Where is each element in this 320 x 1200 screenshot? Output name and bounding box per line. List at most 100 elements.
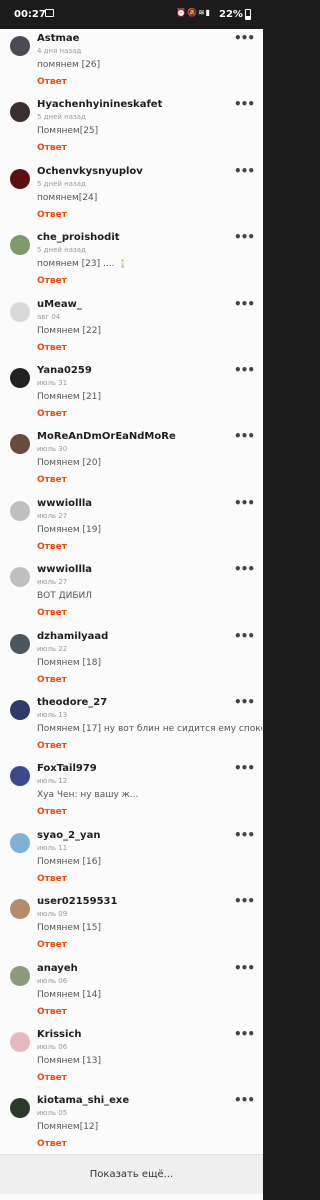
comment-username[interactable]: Yana0259 — [37, 365, 92, 376]
avatar[interactable] — [10, 301, 30, 322]
avatar[interactable] — [10, 766, 30, 787]
comment-username[interactable]: kiotama_shi_exe — [37, 1095, 129, 1106]
more-options-icon[interactable]: ••• — [234, 98, 255, 113]
avatar[interactable] — [10, 235, 30, 256]
avatar[interactable] — [10, 102, 30, 123]
reply-button[interactable]: Ответ — [37, 1007, 67, 1017]
avatar[interactable] — [10, 633, 30, 654]
reply-button[interactable]: Ответ — [37, 608, 67, 618]
avatar[interactable] — [10, 168, 30, 189]
comment-username[interactable]: wwwiollla — [37, 498, 92, 509]
reply-button[interactable]: Ответ — [37, 542, 67, 552]
more-options-icon[interactable]: ••• — [234, 497, 255, 512]
image-icon — [45, 9, 54, 17]
avatar[interactable] — [10, 567, 30, 588]
comment-item: syao_2_yan июль 11 Помянем [16] Ответ ••• — [0, 828, 263, 894]
avatar[interactable] — [10, 1032, 30, 1052]
comment-date: 5 дней назад — [37, 246, 86, 255]
more-options-icon[interactable]: ••• — [234, 165, 255, 180]
reply-button[interactable]: Ответ — [37, 143, 67, 153]
comment-username[interactable]: Ochenvkysnyuplov — [37, 166, 143, 177]
reply-button[interactable]: Ответ — [37, 1073, 67, 1083]
comment-username[interactable]: FoxTail979 — [37, 763, 97, 774]
comment-text: Помянем[25] — [37, 126, 99, 137]
comment-username[interactable]: syao_2_yan — [37, 830, 100, 841]
alarm-icon: ⏰ — [176, 8, 187, 17]
more-options-icon[interactable]: ••• — [234, 630, 255, 645]
avatar[interactable] — [10, 1098, 30, 1119]
comments-list: Astmae 4 дня назад помянем [26] Ответ ••• Hya… — [0, 29, 263, 1200]
more-options-icon[interactable]: ••• — [234, 1028, 255, 1043]
comment-item: Hyachenhyinineskafet 5 дней назад Помянем[… — [0, 97, 263, 163]
comment-username[interactable]: MoReAnDmOrEaNdMoRe — [37, 431, 176, 442]
comment-item: Ochenvkysnyuplov 5 дней назад помянем[24] О… — [0, 164, 263, 230]
comment-text: Помянем[12] — [37, 1122, 99, 1133]
comment-text: Помянем [22] — [37, 325, 102, 336]
reply-button[interactable]: Ответ — [37, 1139, 67, 1149]
comment-item: anayeh июль 06 Помянем [14] Ответ ••• — [0, 961, 263, 1027]
comment-username[interactable]: che_proishodit — [37, 232, 120, 243]
more-options-icon[interactable]: ••• — [234, 762, 255, 777]
reply-button[interactable]: Ответ — [37, 940, 67, 950]
more-options-icon[interactable]: ••• — [234, 430, 255, 445]
reply-button[interactable]: Ответ — [37, 77, 67, 87]
comment-text: Помянем [18] — [37, 657, 102, 668]
reply-button[interactable]: Ответ — [37, 409, 67, 419]
comment-date: июль 22 — [37, 644, 68, 653]
reply-button[interactable]: Ответ — [37, 475, 67, 485]
comment-date: июль 27 — [37, 578, 68, 587]
comment-item: che_proishodit 5 дней назад помянем [23] .… — [0, 230, 263, 296]
reply-button[interactable]: Ответ — [37, 675, 67, 685]
avatar[interactable] — [10, 899, 30, 920]
reply-button[interactable]: Ответ — [37, 210, 67, 220]
status-time: 00:27 — [14, 9, 46, 20]
avatar[interactable] — [10, 36, 30, 56]
comment-date: июль 27 — [37, 511, 68, 520]
more-options-icon[interactable]: ••• — [234, 895, 255, 910]
reply-button[interactable]: Ответ — [37, 276, 67, 286]
comment-date: июль 06 — [37, 976, 68, 985]
show-more-button[interactable]: Показать ещё... — [0, 1154, 263, 1194]
comment-text: помянем [26] — [37, 60, 101, 70]
comment-username[interactable]: uMeaw_ — [37, 299, 82, 310]
comment-username[interactable]: Krissich — [37, 1029, 82, 1040]
reply-button[interactable]: Ответ — [37, 741, 67, 751]
comment-text: ВОТ ДИБИЛ — [37, 591, 93, 602]
system-icons: ⏰🔕≋▮ — [176, 8, 211, 17]
comment-text: Помянем [14] — [37, 989, 102, 1000]
comment-date: июль 06 — [37, 1043, 68, 1051]
comment-item: Krissich июль 06 Помянем [13] Ответ ••• — [0, 1027, 263, 1093]
mute-icon: 🔕 — [186, 8, 198, 17]
status-bar: 00:27 ⏰🔕≋▮ 22% — [0, 0, 263, 29]
more-options-icon[interactable]: ••• — [234, 829, 255, 844]
comment-username[interactable]: anayeh — [37, 963, 78, 974]
comment-username[interactable]: Astmae — [37, 33, 79, 44]
avatar[interactable] — [10, 500, 30, 521]
avatar[interactable] — [10, 368, 30, 388]
more-options-icon[interactable]: ••• — [234, 696, 255, 711]
reply-button[interactable]: Ответ — [37, 343, 67, 353]
reply-button[interactable]: Ответ — [37, 874, 67, 884]
more-options-icon[interactable]: ••• — [234, 231, 255, 246]
avatar[interactable] — [10, 965, 30, 986]
more-options-icon[interactable]: ••• — [234, 32, 255, 47]
more-options-icon[interactable]: ••• — [234, 364, 255, 379]
comment-date: авг 04 — [37, 312, 61, 321]
comment-username[interactable]: theodore_27 — [37, 697, 107, 708]
more-options-icon[interactable]: ••• — [234, 1094, 255, 1109]
avatar[interactable] — [10, 832, 30, 853]
comment-item: user02159531 июль 09 Помянем [15] Ответ ••• — [0, 894, 263, 960]
comment-username[interactable]: dzhamilyaad — [37, 631, 108, 642]
reply-button[interactable]: Ответ — [37, 807, 67, 817]
comment-item: dzhamilyaad июль 22 Помянем [18] Ответ ••• — [0, 629, 263, 695]
comment-text: помянем [23] .... 🕯️ — [37, 259, 129, 270]
avatar[interactable] — [10, 700, 30, 720]
comment-username[interactable]: wwwiollla — [37, 564, 92, 575]
comment-item: uMeaw_ авг 04 Помянем [22] Ответ ••• — [0, 297, 263, 363]
comment-username[interactable]: user02159531 — [37, 896, 117, 907]
comment-username[interactable]: Hyachenhyinineskafet — [37, 99, 162, 110]
more-options-icon[interactable]: ••• — [234, 563, 255, 578]
more-options-icon[interactable]: ••• — [234, 298, 255, 313]
more-options-icon[interactable]: ••• — [234, 962, 255, 977]
avatar[interactable] — [10, 434, 30, 455]
